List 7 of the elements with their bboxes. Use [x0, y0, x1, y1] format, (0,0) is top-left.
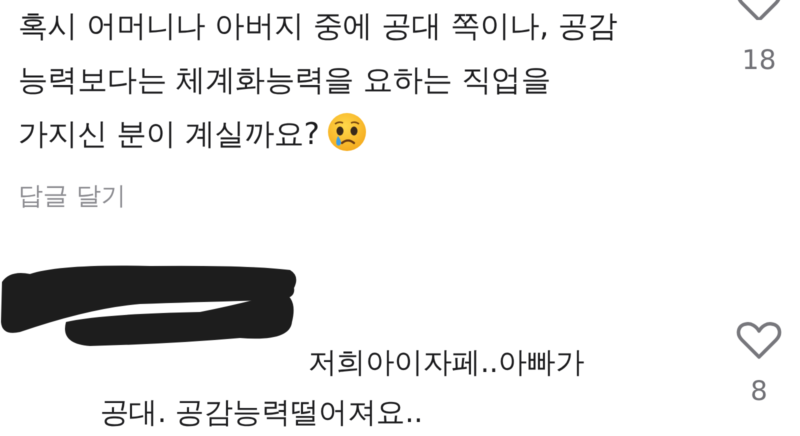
comment-text: 저희아이자페..아빠가 공대. 공감능력떨어져요.. — [100, 344, 586, 431]
comment-text: 혹시 어머니나 아버지 중에 공대 쪽이나, 공감 능력보다는 체계화능력을 요하는 직업을 가지신 분이 계실까요? — [18, 8, 618, 154]
heart-icon[interactable] — [736, 321, 782, 361]
like-count: 8 — [750, 375, 768, 409]
heart-icon[interactable] — [736, 0, 782, 20]
like-count: 18 — [742, 44, 776, 78]
reply-link[interactable]: 답글 달기 — [18, 178, 126, 214]
